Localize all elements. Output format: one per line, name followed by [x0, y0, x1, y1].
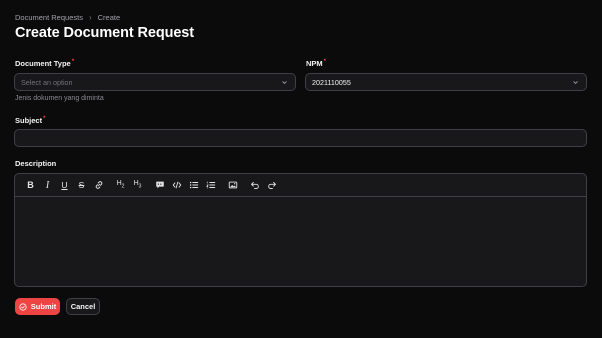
italic-icon: I [45, 179, 50, 191]
redo-icon [267, 182, 276, 189]
ordered-list-button[interactable] [202, 177, 219, 194]
check-circle-icon [19, 302, 27, 311]
ordered-list-icon [205, 181, 215, 189]
link-icon [95, 181, 102, 189]
attach-image-button[interactable] [224, 177, 241, 194]
quote-icon [155, 181, 164, 189]
cancel-label: Cancel [70, 302, 96, 311]
undo-button[interactable] [246, 177, 263, 194]
chevron-down-icon [282, 81, 287, 84]
image-icon [228, 181, 237, 189]
npm-label-text: NPM [306, 59, 323, 68]
italic-button[interactable]: I [39, 177, 56, 194]
subject-input[interactable] [14, 129, 587, 147]
document-type-select[interactable]: Select an option [14, 73, 296, 91]
breadcrumb-current: Create [97, 13, 121, 22]
bullet-list-button[interactable] [185, 177, 202, 194]
heading-3-button[interactable]: H3 [129, 177, 146, 194]
chevron-right-icon: › [88, 13, 92, 22]
heading-2-button[interactable]: H2 [112, 177, 129, 194]
create-document-request-page: Document Requests › Create Create Docume… [0, 0, 602, 338]
h3-icon: H3 [133, 180, 142, 190]
bold-button[interactable]: B [22, 177, 39, 194]
submit-button[interactable]: Submit [15, 298, 60, 315]
bullet-list-icon [189, 181, 198, 189]
subject-label-text: Subject [15, 116, 43, 125]
editor-toolbar: B I U S H2 H3 [15, 174, 586, 197]
submit-label: Submit [30, 302, 57, 311]
undo-icon [250, 182, 259, 189]
document-type-placeholder: Select an option [21, 77, 73, 87]
required-mark: * [71, 59, 75, 65]
underline-button[interactable]: U [56, 177, 73, 194]
strikethrough-button[interactable]: S [73, 177, 90, 194]
breadcrumb-document-requests-link[interactable]: Document Requests [15, 13, 83, 22]
code-block-button[interactable] [168, 177, 185, 194]
npm-value: 2021110055 [312, 77, 351, 87]
document-type-hint: Jenis dokumen yang diminta [15, 95, 104, 102]
cancel-button[interactable]: Cancel [66, 298, 100, 315]
required-mark: * [43, 116, 46, 122]
underline-icon: U [61, 180, 68, 190]
breadcrumb: Document Requests › Create [15, 13, 120, 22]
redo-button[interactable] [263, 177, 280, 194]
bold-icon: B [27, 180, 34, 190]
subject-label: Subject* [15, 116, 45, 125]
link-button[interactable] [90, 177, 107, 194]
page-title: Create Document Request [15, 25, 194, 41]
description-rich-editor: B I U S H2 H3 [14, 173, 587, 287]
document-type-label-text: Document Type [15, 59, 71, 68]
chevron-down-icon [573, 81, 578, 84]
h2-icon: H2 [116, 180, 125, 190]
npm-select[interactable]: 2021110055 [305, 73, 587, 91]
code-icon [172, 181, 181, 189]
strikethrough-icon: S [78, 180, 85, 190]
description-textarea[interactable] [15, 197, 586, 286]
description-label: Description [15, 159, 57, 168]
document-type-label: Document Type* [15, 59, 74, 68]
npm-label: NPM* [306, 59, 326, 68]
required-mark: * [323, 59, 327, 65]
blockquote-button[interactable] [151, 177, 168, 194]
